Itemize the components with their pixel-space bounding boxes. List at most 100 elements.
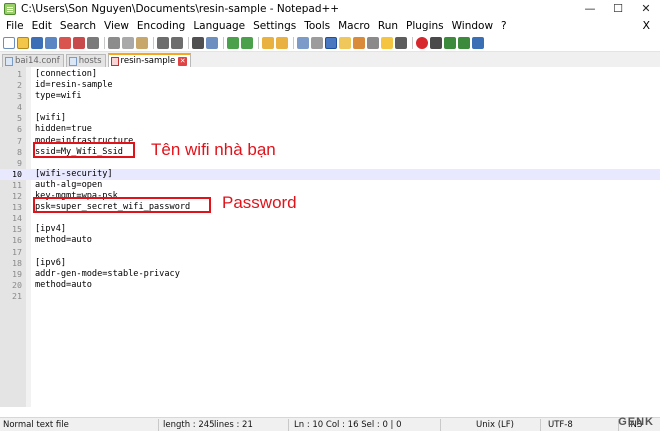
code-line[interactable]: 1 [connection]: [0, 69, 660, 80]
line-text[interactable]: [ipv6]: [35, 258, 66, 269]
line-text[interactable]: method=auto: [35, 280, 92, 291]
status-divider: [288, 419, 289, 431]
code-line[interactable]: 15 [ipv4]: [0, 224, 660, 235]
replace-icon[interactable]: [206, 36, 218, 49]
menu-bar: File Edit Search View Encoding Language …: [0, 18, 660, 34]
code-line[interactable]: 11 auth-alg=open: [0, 180, 660, 191]
ssid-highlight-box: [33, 142, 135, 158]
code-line[interactable]: 5 [wifi]: [0, 113, 660, 124]
menu-language[interactable]: Language: [189, 18, 249, 34]
indent-guide-icon[interactable]: [325, 36, 337, 49]
close-window-button[interactable]: ✕: [632, 0, 660, 18]
line-text[interactable]: type=wifi: [35, 91, 82, 102]
status-file-type: Normal text file: [3, 420, 69, 430]
code-line[interactable]: 18 [ipv6]: [0, 258, 660, 269]
tab-bai14-conf[interactable]: bai14.conf: [2, 54, 64, 67]
cut-icon[interactable]: [108, 36, 120, 49]
monitoring-icon[interactable]: [395, 36, 407, 49]
menu-tools[interactable]: Tools: [300, 18, 334, 34]
user-defined-language-icon[interactable]: [339, 36, 351, 49]
menu-help[interactable]: ?: [497, 18, 511, 34]
sync-horizontal-icon[interactable]: [276, 36, 288, 49]
code-line[interactable]: 3 type=wifi: [0, 91, 660, 102]
zoom-in-icon[interactable]: [227, 36, 239, 49]
document-map-icon[interactable]: [353, 36, 365, 49]
zoom-out-icon[interactable]: [241, 36, 253, 49]
save-icon[interactable]: [31, 36, 43, 49]
line-text[interactable]: hidden=true: [35, 124, 92, 135]
folder-as-workspace-icon[interactable]: [381, 36, 393, 49]
minimize-button[interactable]: —: [576, 0, 604, 18]
line-number: 10: [12, 168, 22, 179]
code-line[interactable]: 17: [0, 247, 660, 258]
code-line[interactable]: 2 id=resin-sample: [0, 80, 660, 91]
toolbar-separator: [293, 36, 294, 49]
code-line[interactable]: 6 hidden=true: [0, 124, 660, 135]
close-file-icon[interactable]: [59, 36, 71, 49]
code-line[interactable]: 9: [0, 158, 660, 169]
menu-macro[interactable]: Macro: [334, 18, 374, 34]
print-icon[interactable]: [87, 36, 99, 49]
line-text[interactable]: auth-alg=open: [35, 180, 102, 191]
tab-label: bai14.conf: [15, 56, 60, 66]
paste-icon[interactable]: [136, 36, 148, 49]
save-macro-icon[interactable]: [472, 36, 484, 49]
open-folder-icon[interactable]: [17, 36, 29, 49]
code-line[interactable]: 21: [0, 291, 660, 302]
menu-encoding[interactable]: Encoding: [133, 18, 189, 34]
code-line[interactable]: 4: [0, 102, 660, 113]
line-text[interactable]: [ipv4]: [35, 224, 66, 235]
code-lines[interactable]: 1 [connection] 2 id=resin-sample 3 type=wifi 4…: [0, 69, 660, 302]
show-all-characters-icon[interactable]: [311, 36, 323, 49]
function-list-icon[interactable]: [367, 36, 379, 49]
line-text[interactable]: id=resin-sample: [35, 80, 113, 91]
code-line[interactable]: 10 [wifi-security]: [0, 168, 660, 180]
redo-icon[interactable]: [171, 36, 183, 49]
code-line[interactable]: 19 addr-gen-mode=stable-privacy: [0, 269, 660, 280]
undo-icon[interactable]: [157, 36, 169, 49]
run-macro-multiple-icon[interactable]: [458, 36, 470, 49]
menu-run[interactable]: Run: [374, 18, 402, 34]
menu-view[interactable]: View: [100, 18, 133, 34]
menu-window[interactable]: Window: [448, 18, 497, 34]
close-document-button[interactable]: X: [642, 18, 650, 34]
genk-watermark-logo: GENK: [618, 416, 654, 428]
menu-file[interactable]: File: [2, 18, 28, 34]
save-all-icon[interactable]: [45, 36, 57, 49]
tab-hosts[interactable]: hosts: [65, 54, 106, 67]
line-text[interactable]: method=auto: [35, 235, 92, 246]
sync-vertical-icon[interactable]: [262, 36, 274, 49]
toolbar-separator: [258, 36, 259, 49]
line-number: 19: [12, 268, 22, 279]
toolbar-separator: [188, 36, 189, 49]
menu-search[interactable]: Search: [56, 18, 100, 34]
line-text[interactable]: [wifi]: [35, 113, 66, 124]
maximize-button[interactable]: ☐: [604, 0, 632, 18]
toolbar-separator: [223, 36, 224, 49]
find-icon[interactable]: [192, 36, 204, 49]
new-file-icon[interactable]: [3, 36, 15, 49]
line-text[interactable]: [connection]: [35, 69, 97, 80]
playback-macro-icon[interactable]: [444, 36, 456, 49]
status-lines: lines : 21: [214, 420, 253, 430]
close-tab-icon[interactable]: ✕: [178, 56, 188, 66]
record-macro-icon[interactable]: [416, 36, 428, 49]
stop-recording-icon[interactable]: [430, 36, 442, 49]
tab-resin-sample[interactable]: resin-sample ✕: [107, 53, 192, 67]
code-line[interactable]: 20 method=auto: [0, 280, 660, 291]
menu-edit[interactable]: Edit: [28, 18, 56, 34]
code-line[interactable]: 16 method=auto: [0, 235, 660, 246]
line-text[interactable]: addr-gen-mode=stable-privacy: [35, 269, 180, 280]
copy-icon[interactable]: [122, 36, 134, 49]
close-all-icon[interactable]: [73, 36, 85, 49]
line-number: 21: [12, 290, 22, 301]
code-line[interactable]: 14: [0, 213, 660, 224]
menu-plugins[interactable]: Plugins: [402, 18, 448, 34]
menu-settings[interactable]: Settings: [249, 18, 300, 34]
editor-area[interactable]: 1 [connection] 2 id=resin-sample 3 type=wifi 4…: [0, 67, 660, 407]
line-text[interactable]: [wifi-security]: [35, 169, 113, 180]
notepadpp-app-icon: [4, 3, 16, 15]
line-number: 2: [17, 80, 22, 91]
word-wrap-icon[interactable]: [297, 36, 309, 49]
line-number: 12: [12, 191, 22, 202]
